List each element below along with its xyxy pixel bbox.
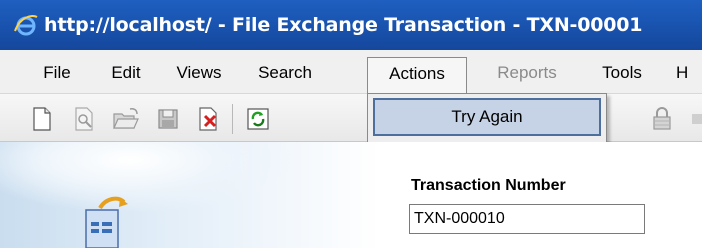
menu-tools[interactable]: Tools	[590, 57, 654, 89]
open-icon[interactable]	[112, 106, 140, 132]
transaction-number-field[interactable]	[409, 204, 645, 234]
toolbar-separator	[232, 104, 233, 134]
menu-edit[interactable]: Edit	[102, 57, 150, 89]
refresh-icon[interactable]	[246, 106, 270, 132]
lock-icon[interactable]	[650, 106, 674, 132]
menu-bar: File Edit Views Search Actions Reports T…	[0, 50, 702, 95]
window-title: http://localhost/ - File Exchange Transa…	[44, 14, 643, 36]
banner-background	[0, 142, 380, 248]
menu-actions[interactable]: Actions	[367, 57, 467, 95]
document-exchange-icon	[85, 196, 128, 248]
save-icon[interactable]	[156, 106, 180, 132]
menu-help[interactable]: H	[676, 57, 702, 89]
menu-reports[interactable]: Reports	[482, 57, 572, 89]
transaction-number-label: Transaction Number	[411, 177, 566, 194]
print-preview-icon[interactable]	[72, 106, 96, 132]
actions-dropdown-menu: Try Again	[367, 93, 607, 143]
menu-views[interactable]: Views	[170, 57, 228, 89]
menu-file[interactable]: File	[32, 57, 82, 89]
toolbar-icon-partial[interactable]	[690, 106, 702, 132]
menu-search[interactable]: Search	[248, 57, 322, 89]
menu-item-try-again[interactable]: Try Again	[373, 98, 601, 136]
delete-icon[interactable]	[196, 106, 220, 132]
ie-icon	[14, 14, 38, 36]
window-titlebar: http://localhost/ - File Exchange Transa…	[0, 0, 702, 50]
content-area: Transaction Number	[0, 142, 702, 248]
new-icon[interactable]	[30, 106, 54, 132]
